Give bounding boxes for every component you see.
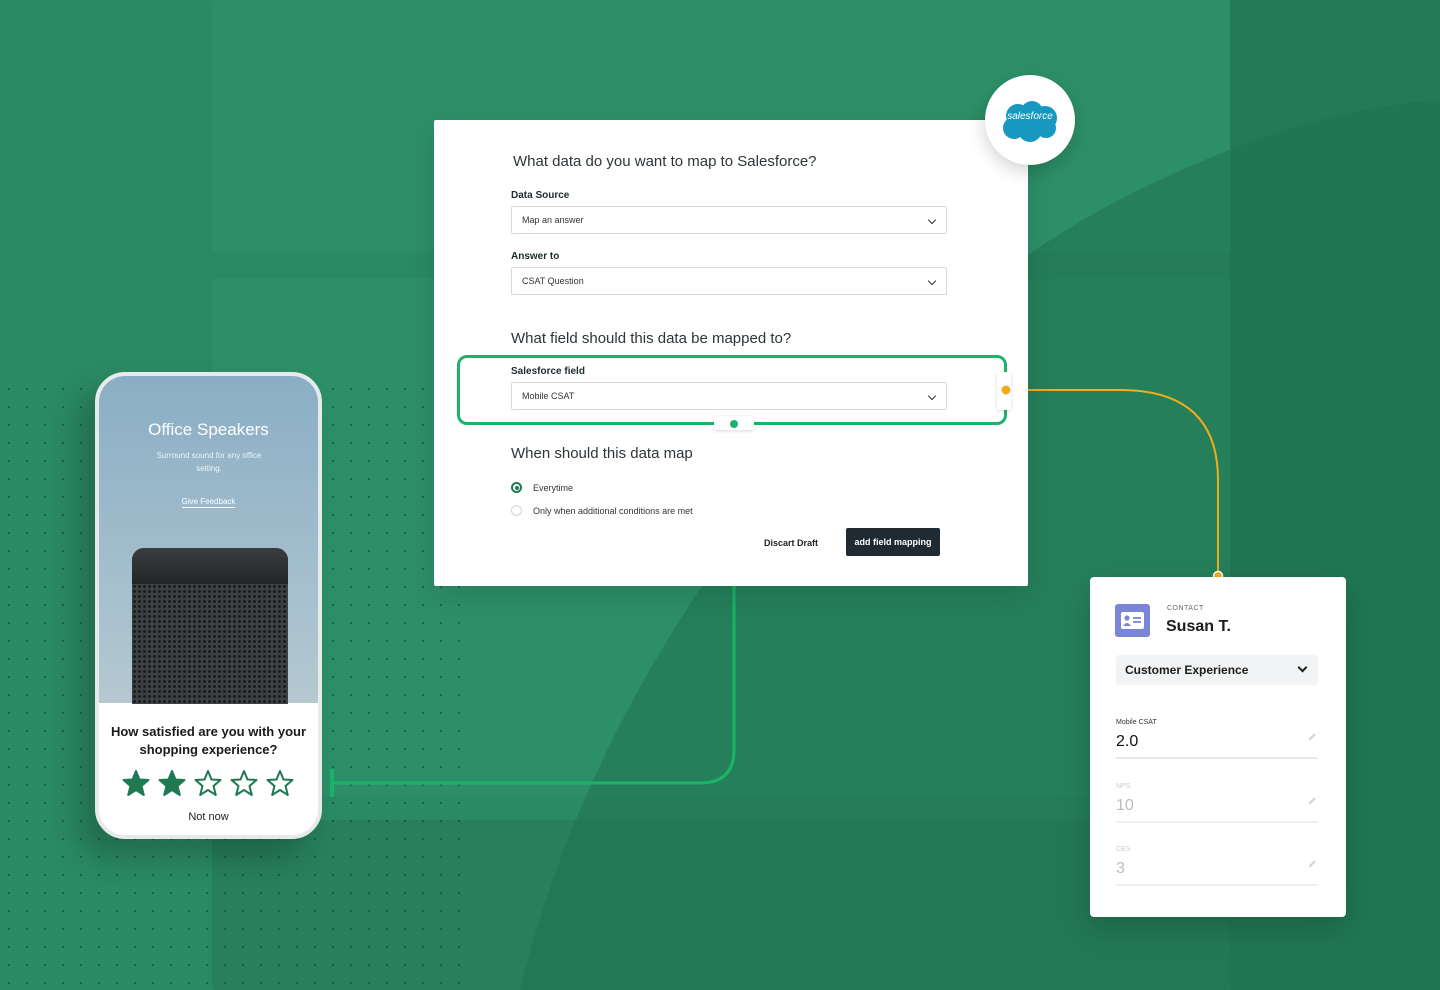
survey-question: How satisfied are you with your shopping… — [110, 724, 307, 757]
connector-dot-green — [730, 420, 738, 428]
contact-name: Susan T. — [1166, 618, 1231, 635]
chevron-down-icon — [927, 215, 937, 225]
speaker-image — [132, 548, 288, 704]
not-now-button[interactable]: Not now — [99, 811, 318, 823]
data-source-label: Data Source — [511, 190, 570, 201]
star-rating[interactable] — [122, 769, 294, 797]
pencil-icon — [1308, 797, 1316, 805]
radio-label: Everytime — [533, 482, 574, 493]
contact-field-nps[interactable]: NPS 10 — [1116, 783, 1318, 823]
star-icon[interactable] — [266, 769, 294, 797]
field-label: NPS — [1116, 783, 1131, 790]
radio-button[interactable] — [511, 505, 522, 516]
section-select[interactable]: Customer Experience — [1116, 655, 1318, 685]
id-card-glyph — [1121, 612, 1144, 629]
product-subtitle: Surround sound for any office setting. — [156, 451, 262, 473]
pencil-icon — [1308, 860, 1316, 868]
product-title: Office Speakers — [148, 420, 269, 439]
give-feedback-link[interactable]: Give Feedback — [99, 497, 318, 508]
pencil-icon — [1308, 733, 1316, 741]
connector-tab-right — [997, 372, 1011, 410]
radio-conditional[interactable]: Only when additional conditions are met — [511, 505, 693, 516]
product-hero: Office Speakers Surround sound for any o… — [99, 376, 318, 704]
section-select-value: Customer Experience — [1125, 663, 1249, 677]
answer-to-select[interactable]: CSAT Question — [511, 267, 947, 295]
connector-tab-bottom — [714, 416, 754, 430]
salesforce-contact-card: CONTACT Susan T. Customer Experience Mob… — [1090, 577, 1346, 917]
contact-kicker: CONTACT — [1167, 605, 1204, 612]
question-map-data: What data do you want to map to Salesfor… — [513, 153, 817, 170]
give-feedback-text: Give Feedback — [181, 497, 236, 508]
connector-dot-orange — [1001, 385, 1011, 395]
field-value: 3 — [1116, 860, 1125, 877]
contact-field-ces[interactable]: CES 3 — [1116, 846, 1318, 886]
contact-card-icon — [1115, 604, 1150, 637]
field-value: 2.0 — [1116, 733, 1139, 750]
field-mapping-form: What data do you want to map to Salesfor… — [434, 120, 1028, 586]
salesforce-logo-text: salesforce — [1007, 111, 1053, 122]
question-when-map: When should this data map — [511, 445, 693, 462]
star-icon-filled[interactable] — [122, 769, 150, 797]
data-source-select[interactable]: Map an answer — [511, 206, 947, 234]
star-icon[interactable] — [194, 769, 222, 797]
salesforce-cloud-icon — [1003, 101, 1057, 142]
salesforce-field-highlight — [457, 355, 1007, 425]
star-icon-filled[interactable] — [158, 769, 186, 797]
answer-to-value: CSAT Question — [522, 276, 584, 286]
radio-button-selected[interactable] — [511, 482, 522, 493]
answer-to-label: Answer to — [511, 251, 560, 262]
add-field-mapping-button[interactable]: add field mapping — [846, 528, 940, 556]
chevron-down-icon — [1297, 662, 1308, 673]
data-source-value: Map an answer — [522, 215, 584, 225]
field-value: 10 — [1116, 797, 1134, 814]
discard-draft-button[interactable]: Discart Draft — [764, 538, 818, 548]
star-icon[interactable] — [230, 769, 258, 797]
speaker-top — [132, 548, 288, 584]
radio-label: Only when additional conditions are met — [533, 505, 693, 516]
chevron-down-icon — [927, 276, 937, 286]
field-label: CES — [1116, 846, 1131, 853]
speaker-grill — [132, 584, 288, 704]
contact-field-mobile-csat[interactable]: Mobile CSAT 2.0 — [1116, 719, 1318, 759]
field-label: Mobile CSAT — [1116, 719, 1157, 726]
radio-everytime[interactable]: Everytime — [511, 482, 573, 493]
question-target-field: What field should this data be mapped to… — [511, 330, 792, 347]
salesforce-logo: salesforce — [985, 75, 1075, 165]
phone-survey-preview: Office Speakers Surround sound for any o… — [95, 372, 322, 839]
